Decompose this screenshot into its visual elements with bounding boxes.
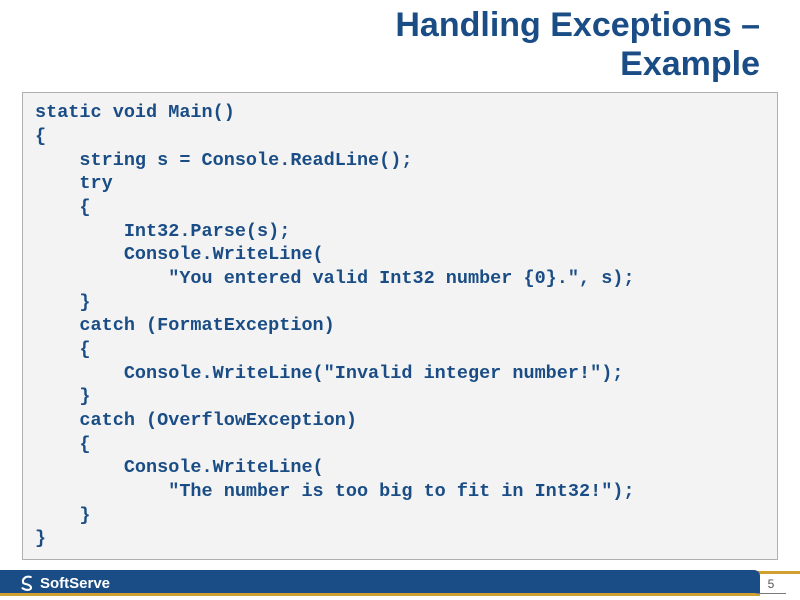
code-content: static void Main() { string s = Console.… <box>35 101 765 551</box>
brand-logo: SoftServe <box>18 574 110 592</box>
page-number-box: 5 <box>756 577 786 594</box>
title-line-2: Example <box>620 45 760 83</box>
brand-name: SoftServe <box>40 575 110 592</box>
slide-title: Handling Exceptions – Example <box>0 0 800 92</box>
page-number: 5 <box>756 577 786 591</box>
code-block: static void Main() { string s = Console.… <box>22 92 778 560</box>
title-line-1: Handling Exceptions – <box>395 6 760 44</box>
footer: SoftServe <box>0 564 800 600</box>
page-number-underline <box>756 593 786 594</box>
brand-icon <box>18 574 36 592</box>
footer-bar: SoftServe <box>0 570 760 596</box>
